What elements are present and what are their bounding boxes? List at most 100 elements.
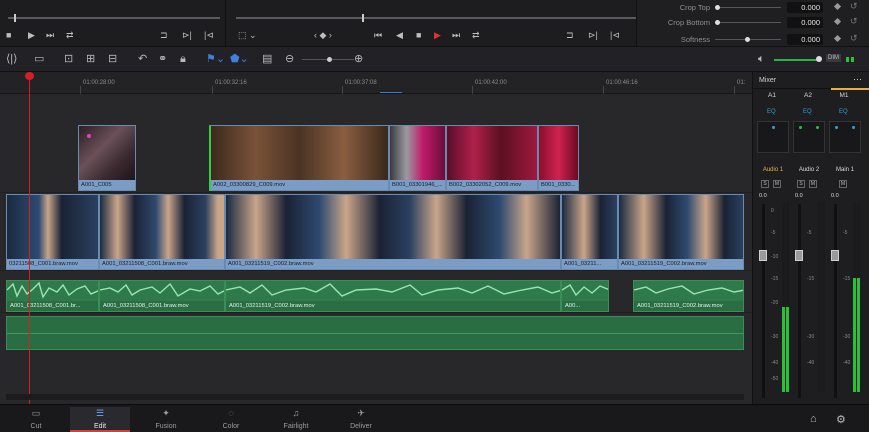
solo-button[interactable]: S	[761, 180, 769, 188]
crop-top-value[interactable]: 0.000	[787, 2, 823, 13]
dim-button[interactable]: DIM	[826, 54, 841, 62]
first-frame-icon[interactable]: ⏮	[374, 30, 382, 40]
timeline-mark-out-icon[interactable]: |⊲	[610, 30, 620, 40]
timeline-scrubber-handle[interactable]	[362, 14, 364, 22]
timeline-play-icon[interactable]: ▶	[434, 30, 441, 40]
match-frame-icon[interactable]: ⊐	[566, 30, 574, 40]
overwrite-clip-icon[interactable]: ⊞	[86, 52, 95, 66]
fader-track[interactable]	[834, 204, 837, 398]
marker-icon[interactable]: ⬟⌄	[230, 52, 249, 66]
dynamic-trim-icon[interactable]: ▭	[34, 52, 44, 66]
crop-bottom-value[interactable]: 0.000	[787, 17, 823, 28]
timeline-mark-in-icon[interactable]: ⊳|	[588, 30, 598, 40]
video-clip[interactable]: A002_03300829_C009.mov	[209, 125, 389, 191]
eq-button[interactable]: EQ	[767, 109, 776, 115]
fader-handle[interactable]	[759, 250, 767, 261]
audio-clip[interactable]: A001_03211508_C001.braw.mov	[99, 280, 225, 312]
slider-handle[interactable]	[745, 37, 750, 42]
position-lock-icon[interactable]: 🔒︎	[180, 52, 186, 66]
video-clip[interactable]: B001_03301946_...	[389, 125, 446, 191]
video-clip[interactable]: A001_03211519_C002.braw.mov	[225, 194, 561, 270]
next-frame-icon[interactable]: ⏭	[46, 30, 54, 40]
video-clip[interactable]: A001_03211519_C002.braw.mov	[618, 194, 744, 270]
crop-bottom-slider[interactable]	[715, 20, 781, 25]
zoom-out-icon[interactable]: ⊖	[285, 52, 294, 66]
video-clip[interactable]: A001_03211...	[561, 194, 618, 270]
pan-control[interactable]	[757, 121, 789, 153]
playhead[interactable]	[29, 72, 30, 404]
mark-in-icon[interactable]: ⊳|	[182, 30, 192, 40]
page-tab-deliver[interactable]: ✈ Deliver	[331, 407, 391, 430]
fader-track[interactable]	[798, 204, 801, 398]
zoom-slider-handle[interactable]	[327, 57, 332, 62]
audio-clip[interactable]: A00...	[561, 280, 609, 312]
page-tab-color[interactable]: ◌ Color	[201, 407, 261, 430]
mute-button[interactable]: M	[809, 180, 817, 188]
eq-button[interactable]: EQ	[803, 109, 812, 115]
trim-mode-icon[interactable]: ⟨|⟩	[6, 52, 17, 66]
timeline-scrollbar[interactable]	[6, 394, 744, 400]
keyframe-icon[interactable]	[833, 17, 842, 26]
video-clip[interactable]: 03211508_C001.braw.mov	[6, 194, 99, 270]
audio-clip[interactable]: A001_03211519_C002.braw.mov	[225, 280, 561, 312]
solo-button[interactable]: S	[797, 180, 805, 188]
softness-slider[interactable]	[715, 37, 781, 42]
mute-button[interactable]: M	[839, 180, 847, 188]
crop-top-slider[interactable]	[715, 5, 781, 10]
more-options-icon[interactable]: ⋯	[853, 74, 862, 85]
mute-button[interactable]: M	[773, 180, 781, 188]
audio-clip[interactable]: A001_03211519_C002.braw.mov	[633, 280, 744, 312]
fader-track[interactable]	[762, 204, 765, 398]
softness-value[interactable]: 0.000	[787, 34, 823, 45]
video-clip[interactable]: B001_0330...	[538, 125, 579, 191]
flag-icon[interactable]: ⚑⌄	[206, 52, 225, 66]
timeline-stop-icon[interactable]: ■	[416, 30, 421, 40]
audio-clip-track-2[interactable]	[6, 316, 744, 350]
video-clip[interactable]: B002_03302052_C009.mov	[446, 125, 538, 191]
last-frame-icon[interactable]: ⏭	[452, 30, 460, 40]
page-tab-fusion[interactable]: ✦ Fusion	[136, 407, 196, 430]
settings-gear-icon[interactable]: ⚙	[836, 413, 846, 426]
volume-slider-handle[interactable]	[816, 56, 822, 62]
mark-out-icon[interactable]: |⊲	[204, 30, 214, 40]
previous-frame-icon[interactable]: ◀	[396, 30, 403, 40]
insert-clip-icon[interactable]: ⊡	[64, 52, 73, 66]
timeline-ruler[interactable]: 01:00:28:00 01:00:32:16 01:00:37:08 01:0…	[0, 72, 752, 94]
volume-icon[interactable]: 🔈︎	[758, 52, 765, 66]
reset-icon[interactable]: ↺	[850, 1, 858, 12]
reset-icon[interactable]: ↺	[850, 33, 858, 44]
slider-handle[interactable]	[715, 5, 720, 10]
jog-icon[interactable]: ‹ ◆ ›	[314, 30, 332, 40]
linked-selection-icon[interactable]: ⚭	[158, 52, 167, 66]
play-icon[interactable]: ▶	[28, 30, 35, 40]
fader-handle[interactable]	[831, 250, 839, 261]
eq-button[interactable]: EQ	[839, 109, 848, 115]
keyframe-icon[interactable]	[833, 2, 842, 11]
replace-clip-icon[interactable]: ⊟	[108, 52, 117, 66]
viewer-size-icon[interactable]: ⬚ ⌄	[238, 30, 257, 40]
page-tab-fairlight[interactable]: ♫ Fairlight	[266, 407, 326, 430]
keyframe-icon[interactable]	[833, 34, 842, 43]
video-clip[interactable]: A001_03211508_C001.braw.mov	[99, 194, 225, 270]
video-clip[interactable]: A001_C005	[78, 125, 136, 191]
pan-control[interactable]	[793, 121, 825, 153]
home-icon[interactable]: ⌂	[810, 413, 817, 425]
timeline-view-icon[interactable]: ▤	[262, 52, 272, 66]
slider-handle[interactable]	[715, 20, 720, 25]
pan-control[interactable]	[829, 121, 861, 153]
loop-icon[interactable]: ⇄	[66, 30, 74, 40]
in-out-icon[interactable]: ⊐	[160, 30, 168, 40]
zoom-in-icon[interactable]: ⊕	[354, 52, 363, 66]
fader-handle[interactable]	[795, 250, 803, 261]
source-scrubber[interactable]	[8, 17, 220, 19]
playhead-handle[interactable]	[25, 72, 34, 80]
source-scrubber-handle[interactable]	[14, 14, 16, 22]
stop-icon[interactable]: ■	[6, 30, 11, 40]
timeline-loop-icon[interactable]: ⇄	[472, 30, 480, 40]
page-tab-edit[interactable]: ☰ Edit	[70, 407, 130, 432]
audio-clip[interactable]: A001_03211508_C001.br...	[6, 280, 99, 312]
page-tab-cut[interactable]: ▭ Cut	[6, 407, 66, 430]
timeline-panel[interactable]: 01:00:28:00 01:00:32:16 01:00:37:08 01:0…	[0, 72, 752, 404]
snapping-icon[interactable]: ↶	[138, 52, 147, 66]
reset-icon[interactable]: ↺	[850, 16, 858, 27]
